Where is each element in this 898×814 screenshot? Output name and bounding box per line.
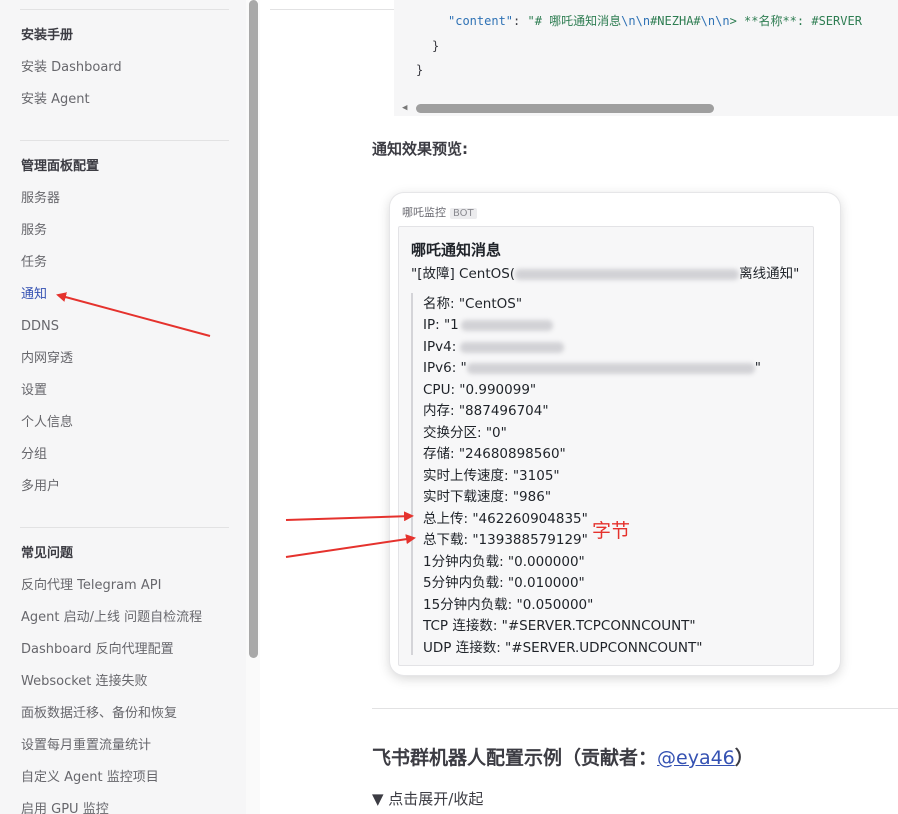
sidebar-item-websocket-fail[interactable]: Websocket 连接失败 — [21, 673, 148, 691]
sidebar-item-servers[interactable]: 服务器 — [21, 190, 60, 208]
details-toggle[interactable]: ▼ 点击展开/收起 — [372, 788, 483, 809]
app-name: 哪吒监控 — [402, 206, 446, 219]
field-download-speed: 实时下载速度: "986" — [423, 489, 552, 505]
code-line: "content": "# 哪吒通知消息\n\n#NEZHA#\n\n> **名… — [448, 13, 862, 29]
field-swap: 交换分区: "0" — [423, 425, 507, 441]
feishu-heading-text: 飞书群机器人配置示例（贡献者： — [372, 747, 658, 769]
sidebar-divider — [20, 9, 229, 10]
feishu-heading: 飞书群机器人配置示例（贡献者：@eya46） — [372, 743, 754, 770]
sidebar-item-services[interactable]: 服务 — [21, 222, 47, 240]
field-ip: IP: "1 — [423, 316, 553, 334]
field-total-upload: 总上传: "462260904835" — [423, 511, 588, 527]
redacted-ipv6 — [466, 362, 755, 374]
message-body: 哪吒通知消息 "[故障] CentOS( 离线通知" 名称: "CentOS" I… — [398, 226, 814, 666]
sidebar-item-ddns[interactable]: DDNS — [21, 318, 59, 336]
feishu-heading-close: ） — [734, 747, 754, 769]
redacted-ip — [460, 319, 553, 331]
sidebar-item-dashboard-proxy[interactable]: Dashboard 反向代理配置 — [21, 641, 174, 659]
sidebar-item-settings[interactable]: 设置 — [21, 382, 47, 400]
annotation-label: 字节 — [592, 520, 631, 542]
main-content: "content": "# 哪吒通知消息\n\n#NEZHA#\n\n> **名… — [260, 0, 898, 814]
code-line: } — [416, 63, 424, 77]
message-subtitle: "[故障] CentOS( 离线通知" — [411, 262, 799, 282]
field-cpu: CPU: "0.990099" — [423, 382, 537, 398]
message-title: 哪吒通知消息 — [411, 241, 502, 259]
code-string: > **名称**: #SERVER — [729, 14, 862, 28]
sidebar-item-gpu-monitor[interactable]: 启用 GPU 监控 — [21, 801, 109, 814]
sidebar-item-install-agent[interactable]: 安装 Agent — [21, 91, 90, 109]
field-total-download: 总下载: "139388579129" — [423, 532, 588, 548]
bot-badge: BOT — [450, 208, 477, 219]
field-name: 名称: "CentOS" — [423, 296, 523, 312]
sidebar-item-install-dashboard[interactable]: 安装 Dashboard — [21, 59, 122, 77]
code-string: #NEZHA# — [650, 14, 701, 28]
code-string: "# 哪吒通知消息 — [527, 14, 622, 28]
sidebar: 安装手册 安装 Dashboard 安装 Agent 管理面板配置 服务器 服务… — [0, 0, 246, 814]
sidebar-item-agent-troubleshoot[interactable]: Agent 启动/上线 问题自检流程 — [21, 609, 202, 627]
code-line: } — [432, 39, 440, 53]
sidebar-item-multi-user[interactable]: 多用户 — [21, 478, 60, 496]
subtitle-prefix: "[故障] CentOS( — [411, 266, 516, 282]
sidebar-item-telegram-proxy[interactable]: 反向代理 Telegram API — [21, 577, 161, 595]
field-udp-conn: UDP 连接数: "#SERVER.UDPCONNCOUNT" — [423, 640, 703, 656]
field-ipv6-label: IPv6: " — [423, 360, 467, 376]
sidebar-item-custom-monitor[interactable]: 自定义 Agent 监控项目 — [21, 769, 159, 787]
sidebar-heading-panel-config: 管理面板配置 — [21, 159, 100, 174]
card-header: 哪吒监控 BOT — [402, 204, 477, 220]
field-ipv6-suffix: " — [754, 360, 761, 376]
sidebar-item-traffic-reset[interactable]: 设置每月重置流量统计 — [21, 737, 151, 755]
field-ipv4-label: IPv4: — [423, 339, 457, 355]
field-ipv4: IPv4: — [423, 338, 565, 356]
notification-preview-card: 哪吒监控 BOT 哪吒通知消息 "[故障] CentOS( 离线通知" 名称: "C… — [390, 193, 840, 675]
code-escape: \n\n — [700, 14, 730, 28]
redacted-ipv4 — [460, 341, 565, 353]
sidebar-heading-install: 安装手册 — [21, 28, 74, 43]
sidebar-scrollbar-thumb[interactable] — [249, 0, 258, 658]
preview-label: 通知效果预览: — [372, 140, 468, 158]
field-load-1: 1分钟内负载: "0.000000" — [423, 554, 585, 570]
code-key: "content" — [448, 14, 514, 28]
sidebar-divider — [20, 527, 229, 528]
sidebar-item-data-migration[interactable]: 面板数据迁移、备份和恢复 — [21, 705, 177, 723]
redacted-ip — [515, 268, 740, 280]
field-memory: 内存: "887496704" — [423, 403, 549, 419]
field-load-15: 15分钟内负载: "0.050000" — [423, 597, 594, 613]
code-colon: : — [513, 14, 528, 28]
section-divider — [372, 708, 898, 709]
code-escape: \n\n — [621, 14, 651, 28]
field-load-5: 5分钟内负载: "0.010000" — [423, 575, 585, 591]
sidebar-heading-faq: 常见问题 — [21, 546, 74, 561]
code-block: "content": "# 哪吒通知消息\n\n#NEZHA#\n\n> **名… — [394, 0, 898, 116]
sidebar-item-nat[interactable]: 内网穿透 — [21, 350, 73, 368]
field-ip-label: IP: "1 — [423, 317, 459, 333]
contributor-link[interactable]: @eya46 — [657, 747, 735, 769]
sidebar-item-groups[interactable]: 分组 — [21, 446, 47, 464]
sidebar-item-notifications[interactable]: 通知 — [21, 286, 47, 304]
field-ipv6: IPv6: " " — [423, 359, 761, 377]
field-upload-speed: 实时上传速度: "3105" — [423, 468, 560, 484]
sidebar-item-tasks[interactable]: 任务 — [21, 254, 47, 272]
quote-bar — [411, 293, 413, 655]
subtitle-suffix: 离线通知" — [739, 266, 800, 282]
field-storage: 存储: "24680898560" — [423, 446, 566, 462]
field-tcp-conn: TCP 连接数: "#SERVER.TCPCONNCOUNT" — [423, 618, 696, 634]
sidebar-divider — [20, 140, 229, 141]
scroll-left-arrow-icon[interactable]: ◀ — [402, 103, 407, 113]
sidebar-item-profile[interactable]: 个人信息 — [21, 414, 73, 432]
code-scrollbar-thumb[interactable] — [416, 104, 714, 113]
